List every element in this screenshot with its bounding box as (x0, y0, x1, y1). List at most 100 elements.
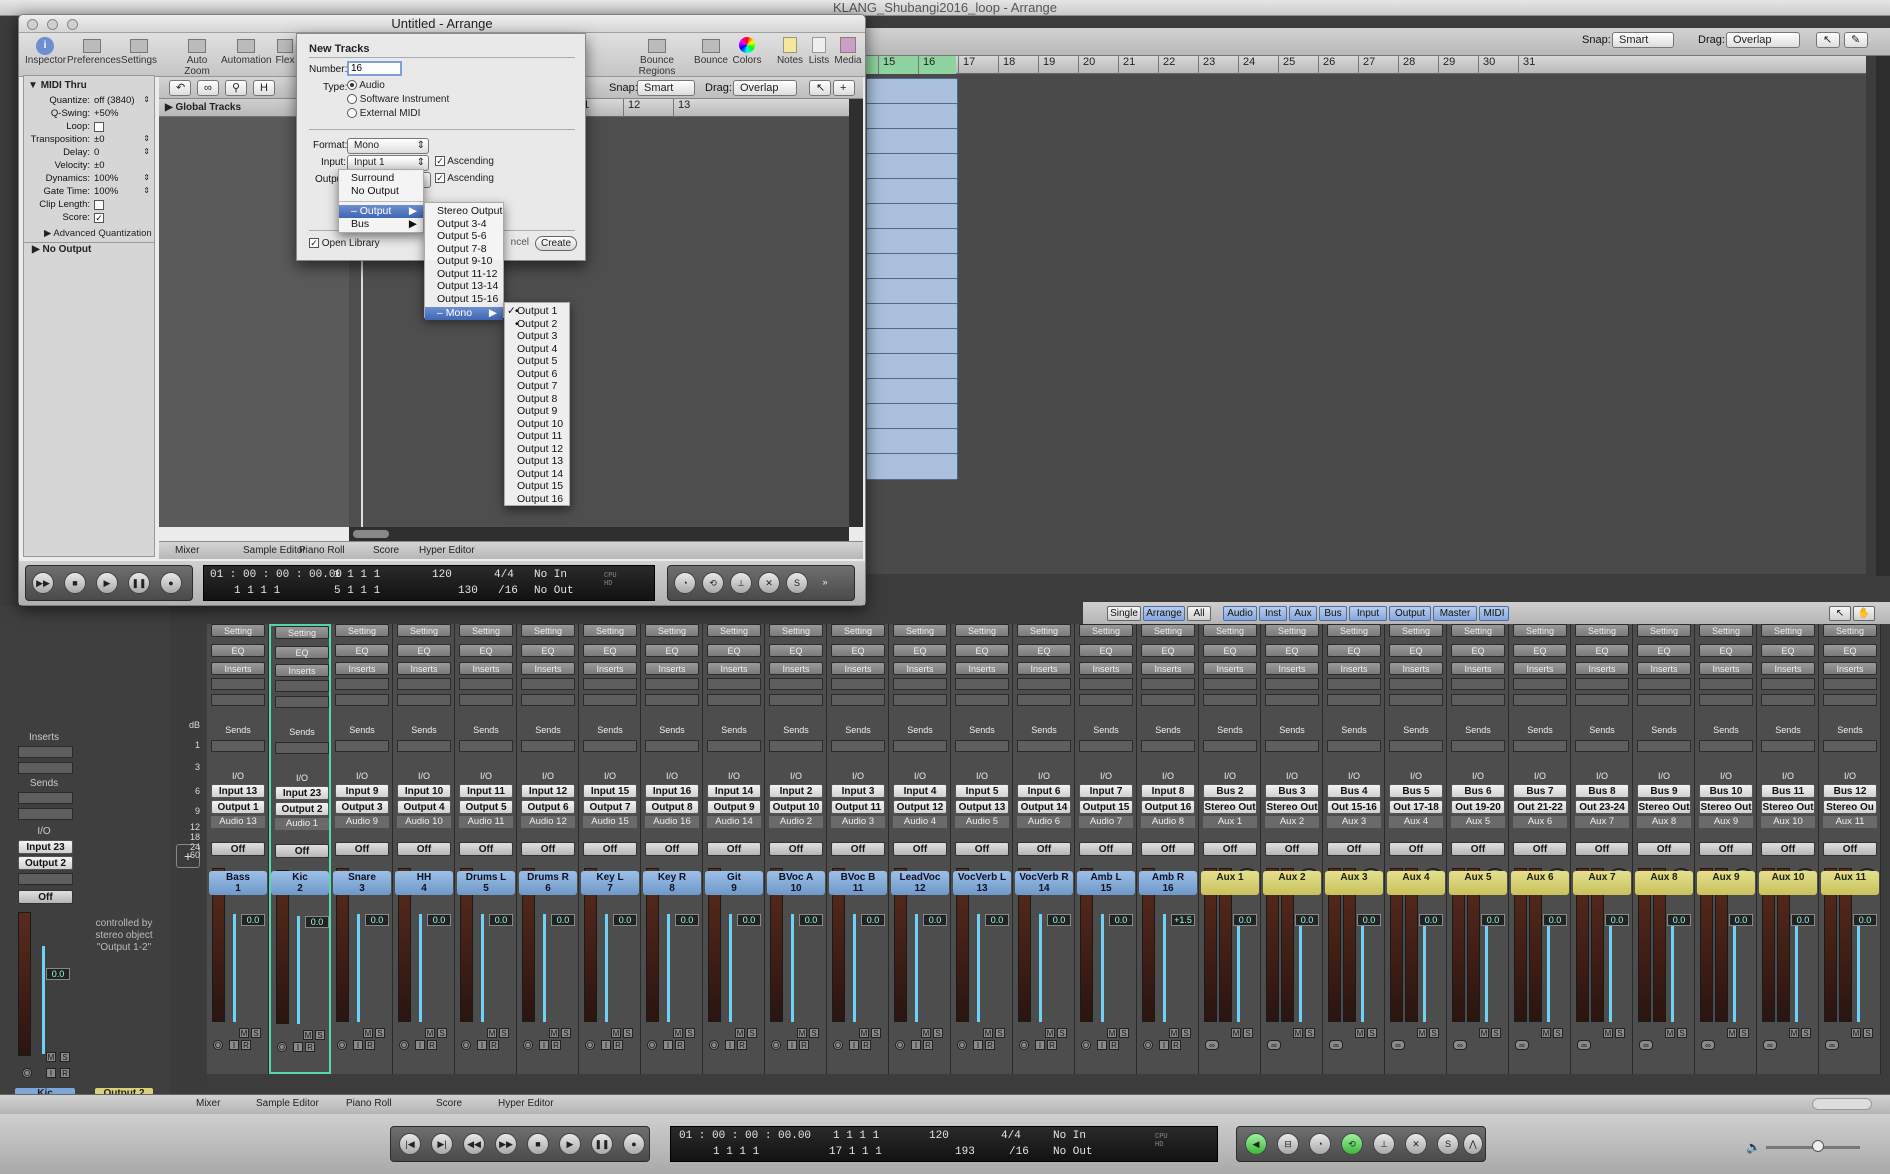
output-slot[interactable]: Out 23-24 (1575, 800, 1629, 814)
insert-slot[interactable] (1451, 678, 1505, 690)
tab-piano-roll[interactable]: Piano Roll (299, 542, 345, 559)
tab-hyper-editor[interactable]: Hyper Editor (498, 1095, 554, 1113)
insert-slot[interactable] (1513, 678, 1567, 690)
insert-slot[interactable] (831, 694, 885, 706)
fader-value[interactable]: 0.0 (1481, 914, 1505, 926)
automation-off[interactable]: Off (275, 844, 329, 858)
preferences-tool[interactable]: Preferences (67, 37, 121, 66)
eq-button[interactable]: EQ (1265, 644, 1319, 657)
record-enable-button[interactable]: R (1109, 1040, 1119, 1050)
setting-button[interactable]: Setting (1699, 624, 1753, 637)
menu-item-output-13[interactable]: Output 13 (505, 455, 569, 468)
setting-button[interactable]: Setting (1079, 624, 1133, 637)
input-slot[interactable]: Input 2 (769, 784, 823, 798)
mute-button[interactable]: M (611, 1028, 621, 1038)
automation-off[interactable]: Off (1637, 842, 1691, 856)
channel-name[interactable]: Git 9 (705, 871, 763, 895)
output-slot[interactable]: Output 9 (707, 800, 761, 814)
sync-button[interactable]: S (786, 572, 808, 594)
group-label[interactable]: Audio 2 (769, 816, 823, 828)
fader-value[interactable]: 0.0 (861, 914, 885, 926)
record-button[interactable]: O (213, 1040, 223, 1050)
output-slot[interactable]: Output 12 (893, 800, 947, 814)
input-slot[interactable]: Input 23 (275, 786, 329, 800)
fader-value[interactable]: 0.0 (1295, 914, 1319, 926)
link-icon[interactable]: ∞ (1391, 1040, 1405, 1050)
inserts-button[interactable]: Inserts (1451, 662, 1505, 675)
arrange-vscroll[interactable] (849, 99, 863, 527)
send-slot[interactable] (18, 792, 73, 804)
inserts-button[interactable]: Inserts (397, 662, 451, 675)
close-button[interactable] (27, 19, 38, 30)
automation-off[interactable]: Off (397, 842, 451, 856)
type-audio-radio[interactable]: Audio (347, 80, 385, 91)
zoom-button[interactable] (67, 19, 78, 30)
channel-name[interactable]: Key R8 (643, 871, 701, 895)
eq-button[interactable]: EQ (1017, 644, 1071, 657)
input-slot[interactable]: Bus 12 (1823, 784, 1877, 798)
mute-button[interactable]: M (363, 1028, 373, 1038)
eq-button[interactable]: EQ (1823, 644, 1877, 657)
setting-button[interactable]: Setting (583, 624, 637, 637)
input-monitor-button[interactable]: I (477, 1040, 487, 1050)
insert-slot[interactable] (645, 678, 699, 690)
input-slot[interactable]: Input 16 (645, 784, 699, 798)
input-monitor-button[interactable]: I (849, 1040, 859, 1050)
record-button[interactable]: O (1143, 1040, 1153, 1050)
group-label[interactable]: Aux 2 (1265, 816, 1319, 828)
insert-slot[interactable] (1761, 694, 1815, 706)
record-enable-button[interactable]: R (305, 1042, 315, 1052)
automation-off[interactable]: Off (955, 842, 1009, 856)
bg-ruler[interactable]: 15 16 17 18 19 20 21 22 23 24 25 26 27 28 29 30 31 (866, 56, 1866, 74)
updown-icon[interactable]: ⇕ (143, 95, 150, 104)
group-slot[interactable] (18, 873, 73, 885)
eq-button[interactable]: EQ (893, 644, 947, 657)
hide-button[interactable]: H (253, 80, 275, 96)
input-slot[interactable]: Input 9 (335, 784, 389, 798)
input-slot[interactable]: Bus 7 (1513, 784, 1567, 798)
open-library-checkbox[interactable]: ✓ Open Library (309, 238, 380, 249)
inserts-button[interactable]: Inserts (1513, 662, 1567, 675)
setting-button[interactable]: Setting (521, 624, 575, 637)
insert-slot[interactable] (769, 694, 823, 706)
setting-button[interactable]: Setting (1203, 624, 1257, 637)
setting-button[interactable]: Setting (1575, 624, 1629, 637)
main-lcd[interactable]: 01 : 00 : 00 : 00.00 1 1 1 1 1 1 1 1 17 … (670, 1126, 1218, 1162)
mute-button[interactable]: M (549, 1028, 559, 1038)
insert-slot[interactable] (1079, 678, 1133, 690)
mute-button[interactable]: M (1603, 1028, 1613, 1038)
fader-track[interactable] (729, 914, 732, 1022)
solo-button[interactable]: S (1305, 1028, 1315, 1038)
channel-name[interactable]: Aux 9 (1697, 871, 1755, 895)
input-slot[interactable]: Input 6 (1017, 784, 1071, 798)
mixer-filter-aux[interactable]: Aux (1289, 606, 1317, 621)
record-enable-button[interactable]: R (1171, 1040, 1181, 1050)
menu-item-stereo-output[interactable]: Stereo Output (425, 205, 503, 218)
fader-value[interactable]: 0.0 (1667, 914, 1691, 926)
group-label[interactable]: Aux 4 (1389, 816, 1443, 828)
undo-button[interactable]: ↶ (169, 80, 191, 96)
eq-button[interactable]: EQ (335, 644, 389, 657)
pause-button[interactable]: ❚❚ (128, 572, 150, 594)
fader-value[interactable]: 0.0 (1853, 914, 1877, 926)
insert-slot[interactable] (1389, 694, 1443, 706)
fader-track[interactable] (1299, 914, 1302, 1022)
output-slot[interactable]: Stereo Out (1265, 800, 1319, 814)
channel-name[interactable]: Aux 7 (1573, 871, 1631, 895)
setting-button[interactable]: Setting (893, 624, 947, 637)
insert-slot[interactable] (1699, 678, 1753, 690)
fader-track[interactable] (1237, 914, 1240, 1022)
audio-region[interactable] (866, 203, 958, 230)
mute-button[interactable]: M (1479, 1028, 1489, 1038)
inserts-button[interactable]: Inserts (769, 662, 823, 675)
inspector-tool[interactable]: i Inspector (25, 37, 66, 66)
output-slot[interactable]: Output 13 (955, 800, 1009, 814)
solo-button[interactable]: S (995, 1028, 1005, 1038)
eq-button[interactable]: EQ (1203, 644, 1257, 657)
insert-slot[interactable] (645, 694, 699, 706)
group-label[interactable]: Aux 7 (1575, 816, 1629, 828)
automation-off[interactable]: Off (1017, 842, 1071, 856)
insert-slot[interactable] (275, 696, 329, 708)
channel-name[interactable]: Amb L 15 (1077, 871, 1135, 895)
lists-tool[interactable]: Lists (805, 37, 833, 66)
